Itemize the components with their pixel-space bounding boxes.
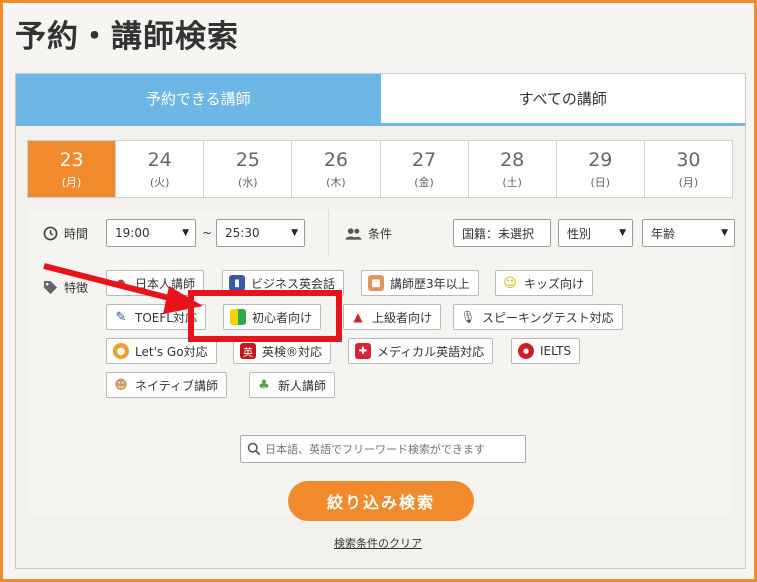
- search-icon: [247, 442, 261, 456]
- search-panel: 予約できる講師 すべての講師 23 (月) 24 (火) 25 (水) 26 (木) 2…: [15, 73, 746, 569]
- date-weekday: (木): [326, 175, 346, 189]
- date-day: 25: [235, 148, 260, 171]
- date-selector: 23 (月) 24 (火) 25 (水) 26 (木) 27 (金) 28 (土) 29 (日…: [27, 140, 733, 198]
- filter-area: 時間 19:00 ▼ ~ 25:30 ▼ 条件 国籍：未選択 性別 ▼ 年齢 ▼ 特徴 …: [27, 210, 735, 550]
- freeword-search-input[interactable]: [265, 442, 515, 456]
- date-cell[interactable]: 23 (月): [28, 141, 116, 197]
- annotation-arrow-icon: [43, 263, 203, 314]
- date-weekday: (月): [61, 175, 82, 189]
- date-cell[interactable]: 27 (金): [379, 141, 468, 197]
- date-day: 27: [411, 148, 437, 171]
- tab-available-teachers[interactable]: 予約できる講師: [16, 74, 381, 123]
- tab-all-teachers[interactable]: すべての講師: [380, 74, 745, 123]
- date-weekday: (火): [149, 175, 170, 189]
- date-cell[interactable]: 25 (水): [203, 141, 291, 197]
- date-cell[interactable]: 28 (土): [467, 141, 556, 197]
- date-weekday: (日): [590, 175, 611, 189]
- date-weekday: (土): [502, 175, 522, 189]
- date-day: 30: [676, 148, 701, 171]
- date-cell[interactable]: 30 (月): [643, 141, 732, 197]
- annotation-highlight-box: [188, 290, 342, 342]
- page-title: 予約・講師検索: [15, 19, 239, 55]
- clear-conditions-link[interactable]: 検索条件のクリア: [334, 535, 422, 551]
- freeword-search-box[interactable]: [240, 435, 526, 463]
- date-day: 24: [147, 148, 172, 171]
- date-day: 26: [323, 148, 349, 171]
- date-day: 23: [59, 148, 84, 171]
- date-weekday: (水): [238, 175, 258, 189]
- tab-bar: 予約できる講師 すべての講師: [16, 74, 745, 126]
- date-day: 28: [500, 148, 525, 171]
- date-weekday: (月): [678, 175, 699, 189]
- date-cell[interactable]: 26 (木): [291, 141, 379, 197]
- filter-search-button[interactable]: 絞り込み検索: [288, 481, 474, 521]
- date-cell[interactable]: 29 (日): [555, 141, 644, 197]
- date-weekday: (金): [414, 175, 434, 189]
- date-cell[interactable]: 24 (火): [115, 141, 203, 197]
- date-day: 29: [588, 148, 613, 171]
